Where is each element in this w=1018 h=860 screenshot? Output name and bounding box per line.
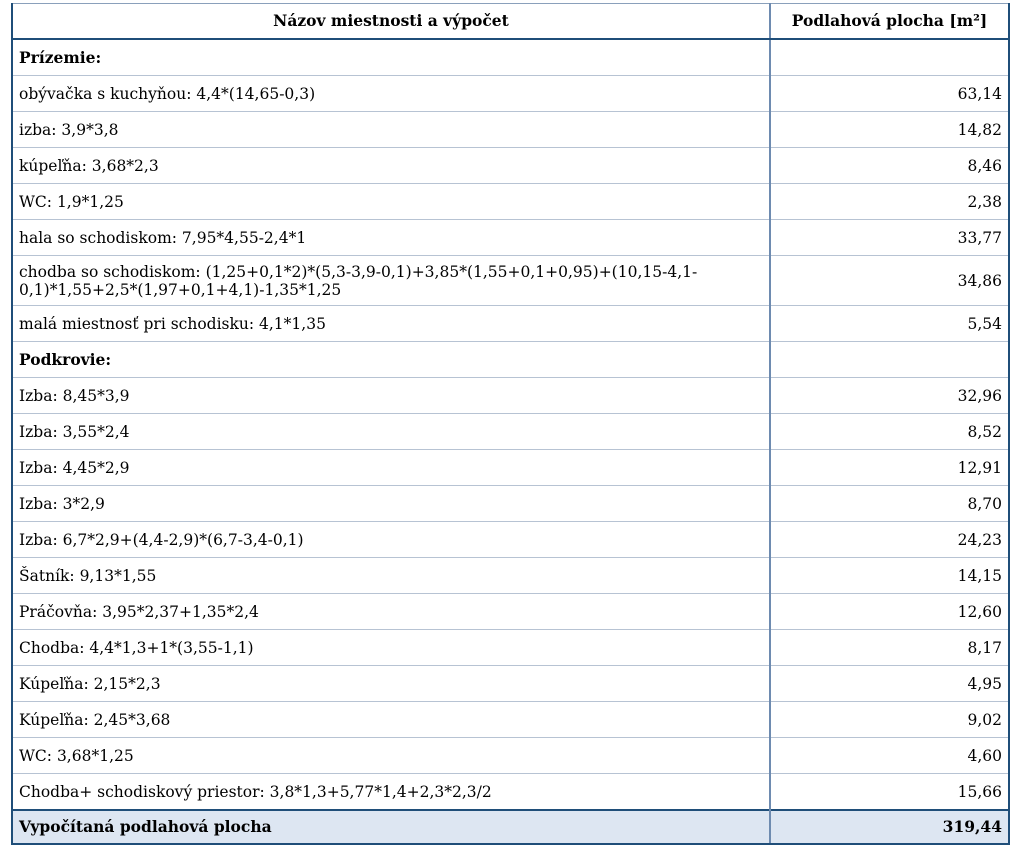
room-calculation-cell: Chodba+ schodiskový priestor: 3,8*1,3+5,… xyxy=(11,773,771,811)
room-calculation-cell: Šatník: 9,13*1,55 xyxy=(11,557,771,594)
table-row: Izba: 8,45*3,9 32,96 xyxy=(11,377,1010,414)
room-calculation-cell: Izba: 8,45*3,9 xyxy=(11,377,771,414)
table-row: malá miestnosť pri schodisku: 4,1*1,35 5,… xyxy=(11,305,1010,342)
room-calculation-cell: Kúpeľňa: 2,15*2,3 xyxy=(11,665,771,702)
table-row: izba: 3,9*3,8 14,82 xyxy=(11,111,1010,148)
room-calculation-cell: WC: 1,9*1,25 xyxy=(11,183,771,220)
table-row: obývačka s kuchyňou: 4,4*(14,65-0,3) 63,1… xyxy=(11,75,1010,112)
room-calculation-cell: izba: 3,9*3,8 xyxy=(11,111,771,148)
table-row: Práčovňa: 3,95*2,37+1,35*2,4 12,60 xyxy=(11,593,1010,630)
room-calculation-cell: Chodba: 4,4*1,3+1*(3,55-1,1) xyxy=(11,629,771,666)
table-row: Izba: 4,45*2,9 12,91 xyxy=(11,449,1010,486)
room-calculation-cell: hala so schodiskom: 7,95*4,55-2,4*1 xyxy=(11,219,771,256)
total-value: 319,44 xyxy=(769,809,1010,845)
column-header-room: Názov miestnosti a výpočet xyxy=(11,3,771,40)
table-row: WC: 3,68*1,25 4,60 xyxy=(11,737,1010,774)
area-value-cell: 32,96 xyxy=(769,377,1010,414)
table-row: Kúpeľňa: 2,45*3,68 9,02 xyxy=(11,701,1010,738)
table-row: hala so schodiskom: 7,95*4,55-2,4*1 33,77 xyxy=(11,219,1010,256)
area-value-cell: 8,17 xyxy=(769,629,1010,666)
floor-area-table: Názov miestnosti a výpočet Podlahová plo… xyxy=(11,3,1010,845)
table-row: Izba: 3*2,9 8,70 xyxy=(11,485,1010,522)
section-row: Podkrovie: xyxy=(11,341,1010,378)
section-label: Prízemie: xyxy=(11,38,771,76)
table-row: Šatník: 9,13*1,55 14,15 xyxy=(11,557,1010,594)
room-calculation-cell: WC: 3,68*1,25 xyxy=(11,737,771,774)
table-row: Kúpeľňa: 2,15*2,3 4,95 xyxy=(11,665,1010,702)
area-value-cell: 8,70 xyxy=(769,485,1010,522)
section-label: Podkrovie: xyxy=(11,341,771,378)
table-body: Prízemie: obývačka s kuchyňou: 4,4*(14,65… xyxy=(11,38,1010,811)
area-value-cell xyxy=(769,38,1010,76)
table-row: chodba so schodiskom: (1,25+0,1*2)*(5,3-… xyxy=(11,255,1010,306)
area-value-cell: 4,60 xyxy=(769,737,1010,774)
total-row: Vypočítaná podlahová plocha 319,44 xyxy=(11,809,1010,845)
room-calculation-cell: Izba: 6,7*2,9+(4,4-2,9)*(6,7-3,4-0,1) xyxy=(11,521,771,558)
room-calculation-cell: kúpeľňa: 3,68*2,3 xyxy=(11,147,771,184)
room-calculation-cell: Práčovňa: 3,95*2,37+1,35*2,4 xyxy=(11,593,771,630)
area-value-cell: 9,02 xyxy=(769,701,1010,738)
area-value-cell: 24,23 xyxy=(769,521,1010,558)
floor-area-table-container: Názov miestnosti a výpočet Podlahová plo… xyxy=(11,3,1010,845)
table-row: WC: 1,9*1,25 2,38 xyxy=(11,183,1010,220)
room-calculation-cell: Izba: 4,45*2,9 xyxy=(11,449,771,486)
table-row: Chodba+ schodiskový priestor: 3,8*1,3+5,… xyxy=(11,773,1010,811)
table-row: kúpeľňa: 3,68*2,3 8,46 xyxy=(11,147,1010,184)
area-value-cell: 8,46 xyxy=(769,147,1010,184)
area-value-cell: 5,54 xyxy=(769,305,1010,342)
area-value-cell: 12,60 xyxy=(769,593,1010,630)
room-calculation-cell: Izba: 3,55*2,4 xyxy=(11,413,771,450)
area-value-cell: 8,52 xyxy=(769,413,1010,450)
table-row: Izba: 3,55*2,4 8,52 xyxy=(11,413,1010,450)
area-value-cell: 14,82 xyxy=(769,111,1010,148)
table-header-row: Názov miestnosti a výpočet Podlahová plo… xyxy=(11,3,1010,40)
area-value-cell xyxy=(769,341,1010,378)
room-calculation-cell: obývačka s kuchyňou: 4,4*(14,65-0,3) xyxy=(11,75,771,112)
area-value-cell: 63,14 xyxy=(769,75,1010,112)
total-label: Vypočítaná podlahová plocha xyxy=(11,809,771,845)
column-header-area: Podlahová plocha [m²] xyxy=(769,3,1010,40)
area-value-cell: 14,15 xyxy=(769,557,1010,594)
area-value-cell: 15,66 xyxy=(769,773,1010,811)
area-value-cell: 2,38 xyxy=(769,183,1010,220)
area-value-cell: 12,91 xyxy=(769,449,1010,486)
area-value-cell: 33,77 xyxy=(769,219,1010,256)
room-calculation-cell: Kúpeľňa: 2,45*3,68 xyxy=(11,701,771,738)
room-calculation-cell: Izba: 3*2,9 xyxy=(11,485,771,522)
section-row: Prízemie: xyxy=(11,38,1010,76)
room-calculation-cell: chodba so schodiskom: (1,25+0,1*2)*(5,3-… xyxy=(11,255,771,306)
table-row: Izba: 6,7*2,9+(4,4-2,9)*(6,7-3,4-0,1) 24,… xyxy=(11,521,1010,558)
area-value-cell: 34,86 xyxy=(769,255,1010,306)
table-row: Chodba: 4,4*1,3+1*(3,55-1,1) 8,17 xyxy=(11,629,1010,666)
room-calculation-cell: malá miestnosť pri schodisku: 4,1*1,35 xyxy=(11,305,771,342)
area-value-cell: 4,95 xyxy=(769,665,1010,702)
